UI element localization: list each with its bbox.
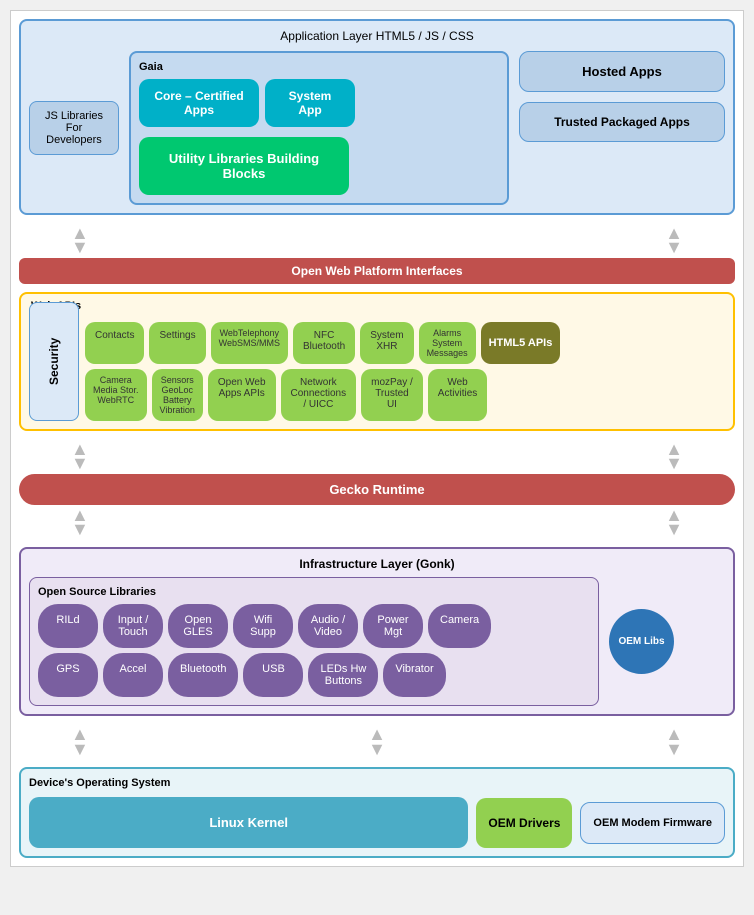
lib-rild: RILd [38, 604, 98, 648]
lib-leds-hw: LEDs HwButtons [308, 653, 378, 697]
arrow-up-down-6: ▲▼ [665, 508, 683, 537]
gecko-layer: Gecko Runtime [19, 474, 735, 505]
lib-open-gles: OpenGLES [168, 604, 228, 648]
oem-libs-label: OEM Libs [618, 636, 664, 647]
security-box: Security [29, 302, 79, 421]
app-layer-content: JS Libraries For Developers Gaia Core – … [29, 51, 725, 205]
lib-usb: USB [243, 653, 303, 697]
oem-modem: OEM Modem Firmware [580, 802, 725, 844]
lib-power-mgt: PowerMgt [363, 604, 423, 648]
arrow-row-4: ▲▼ ▲▼ ▲▼ [11, 724, 743, 759]
api-system-xhr: SystemXHR [360, 322, 413, 364]
arrow-up-down-7: ▲▼ [71, 727, 89, 756]
api-network: NetworkConnections/ UICC [281, 369, 357, 421]
oem-libs: OEM Libs [609, 609, 674, 674]
arrow-up-down-5: ▲▼ [71, 508, 89, 537]
right-apps: Hosted Apps Trusted Packaged Apps [519, 51, 725, 142]
owp-title: Open Web Platform Interfaces [291, 264, 462, 278]
api-open-web: Open WebApps APIs [208, 369, 276, 421]
application-layer: Application Layer HTML5 / JS / CSS JS Li… [19, 19, 735, 215]
api-alarms: AlarmsSystemMessages [419, 322, 476, 364]
api-settings: Settings [149, 322, 205, 364]
arrow-up-down-1: ▲▼ [71, 226, 89, 255]
arrow-up-down-3: ▲▼ [71, 442, 89, 471]
gecko-title: Gecko Runtime [329, 482, 424, 497]
gaia-label: Gaia [139, 61, 499, 73]
gaia-inner: Core – Certified Apps System App Utility… [139, 79, 499, 195]
lib-bluetooth: Bluetooth [168, 653, 238, 697]
webapi-main: Contacts Settings WebTelephonyWebSMS/MMS… [85, 322, 725, 421]
arrow-row-2: ▲▼ ▲▼ [11, 439, 743, 474]
system-app: System App [265, 79, 355, 127]
oem-libs-badge: OEM Libs [609, 609, 674, 674]
oem-modem-label: OEM Modem Firmware [593, 817, 712, 829]
core-certified-label: Core – Certified Apps [154, 89, 243, 117]
device-os-title: Device's Operating System [29, 777, 725, 789]
api-contacts: Contacts [85, 322, 144, 364]
owp-layer: Open Web Platform Interfaces [19, 258, 735, 284]
js-lib-label: JS Libraries For Developers [45, 110, 103, 146]
arrow-row-3: ▲▼ ▲▼ [11, 505, 743, 540]
webapi-layer: Web APIs Security Contacts Settings WebT… [19, 292, 735, 431]
lib-camera: Camera [428, 604, 491, 648]
html5-label: HTML5 APIs [489, 337, 553, 349]
trusted-apps-label: Trusted Packaged Apps [554, 115, 690, 129]
lib-input-touch: Input /Touch [103, 604, 163, 648]
device-os-layer: Device's Operating System Linux Kernel O… [19, 767, 735, 858]
arrow-up-down-8: ▲▼ [368, 727, 386, 756]
device-os-content: Linux Kernel OEM Drivers OEM Modem Firmw… [29, 797, 725, 848]
app-layer-title-text: Application Layer [280, 29, 372, 43]
api-sensors: SensorsGeoLocBatteryVibration [152, 369, 203, 421]
oem-drivers-label: OEM Drivers [488, 816, 560, 830]
linux-kernel: Linux Kernel [29, 797, 468, 848]
oem-drivers: OEM Drivers [476, 798, 572, 848]
api-nfc-bluetooth: NFCBluetooth [293, 322, 355, 364]
security-label: Security [47, 338, 61, 385]
arrow-up-down-9: ▲▼ [665, 727, 683, 756]
lib-accel: Accel [103, 653, 163, 697]
lib-wifi-supp: WifiSupp [233, 604, 293, 648]
infra-content: Open Source Libraries RILd Input /Touch … [29, 577, 725, 706]
app-layer-subtitle: HTML5 / JS / CSS [376, 29, 474, 43]
trusted-packaged-apps: Trusted Packaged Apps [519, 102, 725, 142]
architecture-diagram: Application Layer HTML5 / JS / CSS JS Li… [10, 10, 744, 867]
infra-layer: Infrastructure Layer (Gonk) Open Source … [19, 547, 735, 716]
lib-vibrator: Vibrator [383, 653, 445, 697]
html5-apis: HTML5 APIs [481, 322, 561, 364]
app-layer-title: Application Layer HTML5 / JS / CSS [29, 29, 725, 43]
lib-audio-video: Audio /Video [298, 604, 358, 648]
lib-grid-row1: RILd Input /Touch OpenGLES WifiSupp Audi… [38, 604, 590, 648]
infra-title: Infrastructure Layer (Gonk) [29, 557, 725, 571]
webapi-grid-2: CameraMedia Stor.WebRTC SensorsGeoLocBat… [85, 369, 725, 421]
arrow-up-down-4: ▲▼ [665, 442, 683, 471]
api-webtelephony: WebTelephonyWebSMS/MMS [211, 322, 288, 364]
hosted-apps: Hosted Apps [519, 51, 725, 92]
linux-kernel-label: Linux Kernel [209, 815, 288, 830]
js-libraries-box: JS Libraries For Developers [29, 101, 119, 155]
utility-lib-label: Utility Libraries Building Blocks [169, 151, 319, 181]
utility-libraries: Utility Libraries Building Blocks [139, 137, 349, 195]
arrow-up-down-2: ▲▼ [665, 226, 683, 255]
webapi-grid: Contacts Settings WebTelephonyWebSMS/MMS… [85, 322, 725, 364]
core-certified-apps: Core – Certified Apps [139, 79, 259, 127]
lib-gps: GPS [38, 653, 98, 697]
lib-grid-row2: GPS Accel Bluetooth USB LEDs HwButtons V… [38, 653, 590, 697]
api-mozpay: mozPay /TrustedUI [361, 369, 423, 421]
api-camera: CameraMedia Stor.WebRTC [85, 369, 147, 421]
open-source-label: Open Source Libraries [38, 586, 590, 598]
api-web-activities: WebActivities [428, 369, 487, 421]
system-app-label: System App [289, 89, 332, 117]
arrow-row-1: ▲▼ ▲▼ [11, 223, 743, 258]
open-source-box: Open Source Libraries RILd Input /Touch … [29, 577, 599, 706]
gaia-box: Gaia Core – Certified Apps System App Ut… [129, 51, 509, 205]
hosted-apps-label: Hosted Apps [582, 64, 662, 79]
